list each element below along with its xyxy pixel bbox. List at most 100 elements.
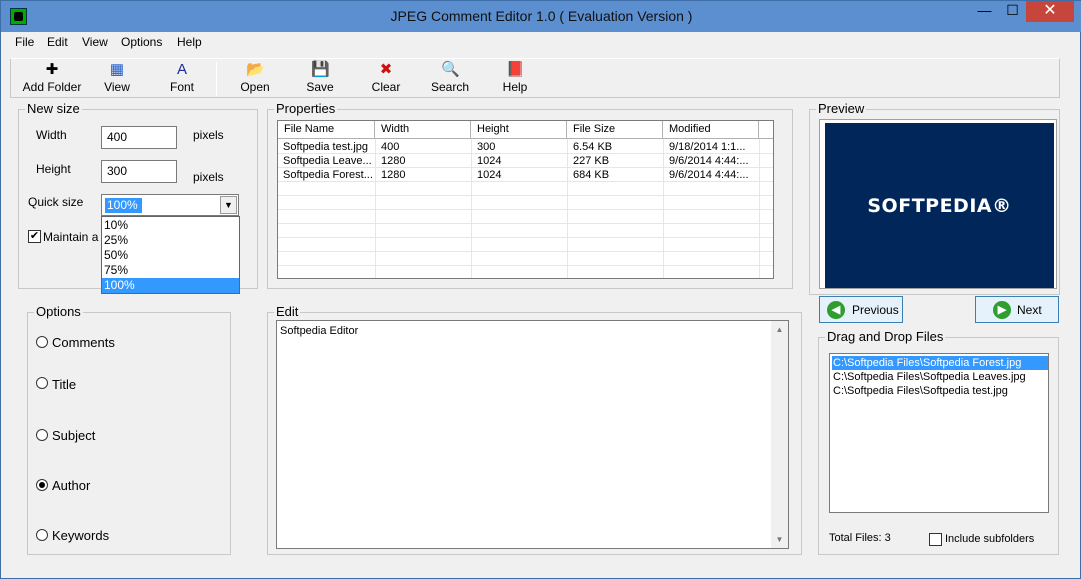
radio-author-label: Author (52, 478, 91, 493)
plus-icon: ✚ (45, 61, 59, 78)
arrow-left-icon: ◀ (827, 301, 845, 319)
cell-modified: 9/18/2014 1:1... (669, 141, 746, 153)
quick-size-select[interactable]: 100% ▼ (101, 194, 239, 216)
column-header[interactable]: Width (375, 121, 471, 139)
search-button[interactable]: 🔍 Search (428, 62, 472, 98)
open-button[interactable]: 📂 Open (235, 62, 275, 98)
width-label: Width (36, 128, 67, 142)
list-item[interactable]: C:\Softpedia Files\Softpedia test.jpg (832, 384, 1008, 398)
save-button[interactable]: 💾 Save (300, 62, 340, 98)
radio-keywords-label: Keywords (52, 528, 110, 543)
height-label: Height (36, 162, 71, 176)
height-input[interactable]: 300 (101, 160, 177, 183)
cell-height: 1024 (477, 169, 502, 181)
toolbar-separator (216, 62, 217, 96)
scroll-down-icon[interactable]: ▼ (771, 531, 788, 548)
edit-scrollbar[interactable]: ▲ ▼ (771, 321, 788, 548)
grid-line (278, 265, 773, 266)
menu-view[interactable]: View (82, 35, 108, 49)
include-subfolders-label: Include subfolders (945, 533, 1035, 545)
next-button[interactable]: ▶ Next (975, 296, 1059, 323)
dropdown-option[interactable]: 75% (102, 263, 239, 278)
dropdown-option[interactable]: 25% (102, 233, 239, 248)
grid-line (278, 181, 773, 182)
window-title: JPEG Comment Editor 1.0 ( Evaluation Ver… (390, 8, 693, 24)
radio-subject-label: Subject (52, 428, 96, 443)
maintain-aspect-checkbox[interactable]: ✔ (28, 230, 41, 243)
grid-line (278, 167, 773, 168)
cell-modified: 9/6/2014 4:44:... (669, 169, 749, 181)
menu-edit[interactable]: Edit (47, 35, 68, 49)
menu-file[interactable]: File (15, 35, 34, 49)
cell-height: 300 (477, 141, 496, 153)
menu-options[interactable]: Options (121, 35, 162, 49)
cell-file-name: Softpedia Forest.... (283, 169, 373, 181)
help-button[interactable]: 📕 Help (495, 62, 535, 98)
radio-keywords[interactable] (36, 529, 48, 541)
previous-button[interactable]: ◀ Previous (819, 296, 903, 323)
column-header-filler (759, 121, 773, 139)
close-button[interactable]: ✕ (1026, 1, 1074, 22)
width-input[interactable]: 400 (101, 126, 177, 149)
clear-x-icon: ✖ (379, 61, 393, 78)
radio-author[interactable] (36, 479, 48, 491)
total-files-label: Total Files: 3 (829, 532, 891, 544)
cell-width: 1280 (381, 155, 406, 167)
column-header[interactable]: Height (471, 121, 567, 139)
comment-text: Softpedia Editor (280, 325, 359, 337)
toolbar: ✚ Add Folder ▦ View A Font 📂 Open 💾 Save… (10, 58, 1060, 98)
radio-title-label: Title (52, 377, 77, 392)
comment-textarea[interactable]: Softpedia Editor ▲ ▼ (276, 320, 789, 549)
new-size-title: New size (25, 101, 82, 116)
radio-title[interactable] (36, 377, 48, 389)
grid-line (278, 195, 773, 196)
view-icon: ▦ (109, 61, 125, 78)
column-header[interactable]: File Size (567, 121, 663, 139)
radio-comments[interactable] (36, 336, 48, 348)
folder-open-icon: 📂 (246, 61, 265, 78)
dropdown-option[interactable]: 10% (102, 218, 239, 233)
preview-title: Preview (816, 101, 867, 116)
cell-file-size: 6.54 KB (573, 141, 613, 153)
drag-drop-file-list[interactable]: C:\Softpedia Files\Softpedia Forest.jpg … (829, 353, 1049, 513)
chevron-down-icon[interactable]: ▼ (220, 196, 237, 214)
properties-table[interactable]: File Name Width Height File Size Modifie… (277, 120, 774, 279)
clear-button[interactable]: ✖ Clear (366, 62, 406, 98)
cell-height: 1024 (477, 155, 502, 167)
preview-logo-text: SOFTPEDIA® (867, 195, 1012, 217)
list-item[interactable]: C:\Softpedia Files\Softpedia Leaves.jpg (832, 370, 1026, 384)
grid-line (278, 251, 773, 252)
help-book-icon: 📕 (506, 61, 525, 78)
maximize-button[interactable]: ☐ (999, 1, 1026, 22)
search-icon: 🔍 (441, 61, 460, 78)
menu-bar: File Edit View Options Help (7, 32, 1076, 52)
dropdown-option[interactable]: 50% (102, 248, 239, 263)
cell-file-size: 684 KB (573, 169, 610, 181)
grid-line (278, 237, 773, 238)
add-folder-button[interactable]: ✚ Add Folder (14, 62, 90, 98)
minimize-button[interactable]: — (971, 1, 998, 22)
width-unit: pixels (193, 128, 224, 142)
maintain-aspect-label: Maintain a (43, 230, 99, 244)
radio-comments-label: Comments (52, 335, 115, 350)
dropdown-option-selected[interactable]: 100% (102, 278, 239, 293)
app-window: JPEG Comment Editor 1.0 ( Evaluation Ver… (0, 0, 1081, 579)
list-item-selected[interactable]: C:\Softpedia Files\Softpedia Forest.jpg (832, 356, 1048, 370)
scroll-up-icon[interactable]: ▲ (771, 321, 788, 338)
menu-help[interactable]: Help (177, 35, 202, 49)
font-button[interactable]: A Font (162, 62, 202, 98)
cell-file-size: 227 KB (573, 155, 610, 167)
include-subfolders-checkbox[interactable] (929, 533, 942, 546)
quick-size-dropdown: 10% 25% 50% 75% 100% (101, 216, 240, 294)
column-header[interactable]: File Name (278, 121, 375, 139)
floppy-icon: 💾 (311, 61, 330, 78)
drag-drop-title: Drag and Drop Files (825, 329, 946, 344)
cell-modified: 9/6/2014 4:44:... (669, 155, 749, 167)
radio-subject[interactable] (36, 429, 48, 441)
height-unit: pixels (193, 170, 224, 184)
cell-file-name: Softpedia Leave... (283, 155, 372, 167)
column-header[interactable]: Modified (663, 121, 759, 139)
grid-line (278, 209, 773, 210)
font-icon: A (176, 61, 187, 78)
view-button[interactable]: ▦ View (97, 62, 137, 98)
